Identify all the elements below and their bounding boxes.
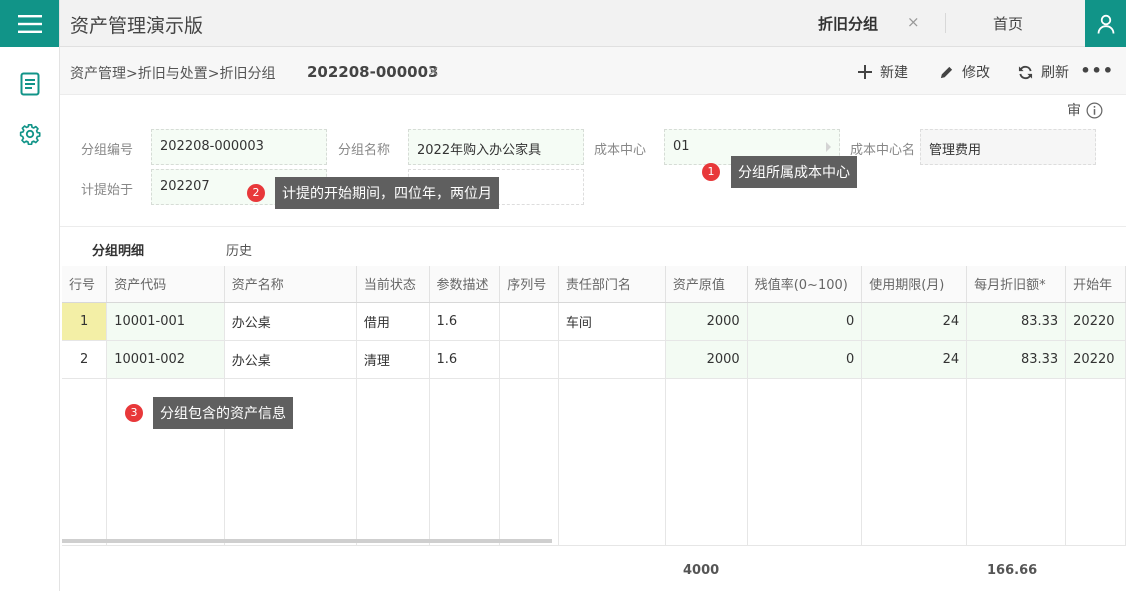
table-row[interactable]: 2 10001-002 办公桌 清理 1.6 2000 0 24 83.33 2…: [62, 340, 1126, 379]
cost-center-value: 01: [673, 139, 690, 154]
edit-button[interactable]: 修改: [939, 62, 990, 82]
start-year-cell[interactable]: 20220: [1065, 340, 1126, 379]
tab-group-details[interactable]: 分组明细: [92, 240, 144, 259]
tooltip-badge-2: 2: [247, 184, 265, 202]
tooltip-cost-center: 分组所属成本中心: [731, 156, 857, 188]
menu-button[interactable]: [0, 0, 59, 47]
param-cell[interactable]: 1.6: [429, 340, 501, 379]
cost-center-name-label: 成本中心名: [850, 143, 916, 158]
user-button[interactable]: [1085, 0, 1126, 47]
table-header-row: 行号 资产代码 资产名称 当前状态 参数描述 序列号 责任部门名 资产原值 残值…: [62, 266, 1126, 303]
left-rail: [0, 0, 60, 591]
settings-nav-button[interactable]: [0, 109, 60, 159]
horizontal-scrollbar[interactable]: [62, 539, 552, 543]
audit-label: 审: [1067, 103, 1081, 119]
residual-rate-cell[interactable]: 0: [747, 340, 863, 379]
col-header[interactable]: 当前状态: [356, 266, 430, 303]
refresh-icon: [1018, 65, 1033, 79]
cost-center-label: 成本中心: [594, 143, 647, 158]
asset-code-cell[interactable]: 10001-001: [106, 302, 225, 341]
pencil-icon: [940, 66, 953, 78]
col-header[interactable]: 资产代码: [106, 266, 225, 303]
col-header[interactable]: 行号: [62, 266, 108, 303]
department-cell[interactable]: [558, 340, 666, 379]
group-name-field[interactable]: 2022年购入办公家具: [408, 129, 584, 165]
breadcrumb[interactable]: 资产管理>折旧与处置>折旧分组: [70, 63, 275, 83]
col-header[interactable]: 开始年: [1065, 266, 1126, 303]
menu-icon: [17, 14, 42, 33]
tooltip-asset-info: 分组包含的资产信息: [153, 397, 293, 429]
total-original-value: 4000: [683, 563, 720, 578]
gear-icon: [19, 124, 41, 145]
info-icon: [1086, 102, 1103, 118]
asset-code-cell[interactable]: 10001-002: [106, 340, 225, 379]
tab-divider: [945, 13, 946, 33]
col-header[interactable]: 资产名称: [224, 266, 357, 303]
tooltip-start-period: 计提的开始期间，四位年，两位月: [275, 177, 499, 209]
app-title: 资产管理演示版: [70, 15, 204, 37]
cost-center-name-field: 管理费用: [920, 129, 1096, 165]
breadcrumb-toolbar: 资产管理>折旧与处置>折旧分组 202208-000003 × 新建 修改 刷新…: [60, 47, 1126, 95]
total-monthly-depreciation: 166.66: [987, 563, 1038, 578]
user-icon: [1097, 14, 1114, 34]
col-header[interactable]: 参数描述: [429, 266, 501, 303]
document-close-button[interactable]: ×: [427, 62, 440, 80]
new-button-label: 新建: [880, 65, 908, 81]
department-cell[interactable]: 车间: [558, 302, 666, 341]
refresh-button-label: 刷新: [1041, 65, 1069, 81]
useful-life-cell[interactable]: 24: [861, 302, 968, 341]
group-no-label: 分组编号: [81, 143, 134, 158]
plus-icon: [858, 65, 872, 79]
tab-home[interactable]: 首页: [993, 13, 1023, 34]
row-number-cell[interactable]: 1: [62, 302, 108, 341]
documents-nav-button[interactable]: [0, 59, 60, 109]
col-header[interactable]: 序列号: [499, 266, 559, 303]
col-header[interactable]: 责任部门名: [558, 266, 666, 303]
start-period-label: 计提始于: [81, 183, 134, 198]
col-header[interactable]: 资产原值: [665, 266, 748, 303]
residual-rate-cell[interactable]: 0: [747, 302, 863, 341]
status-cell[interactable]: 借用: [356, 302, 430, 341]
serial-cell[interactable]: [499, 302, 559, 341]
tooltip-badge-1: 1: [702, 163, 720, 181]
refresh-button[interactable]: 刷新: [1018, 62, 1069, 82]
more-menu-button[interactable]: •••: [1080, 61, 1114, 80]
document-icon: [20, 72, 40, 96]
monthly-depreciation-cell[interactable]: 83.33: [966, 302, 1067, 341]
cost-center-picker-icon[interactable]: [826, 142, 831, 152]
monthly-depreciation-cell[interactable]: 83.33: [966, 340, 1067, 379]
edit-button-label: 修改: [962, 65, 990, 81]
document-number-tab[interactable]: 202208-000003: [307, 63, 438, 81]
group-name-label: 分组名称: [338, 143, 391, 158]
tab-close-button[interactable]: ×: [907, 13, 920, 31]
top-header: 资产管理演示版 折旧分组 × 首页: [60, 0, 1126, 47]
original-value-cell[interactable]: 2000: [665, 340, 748, 379]
tab-depreciation-group[interactable]: 折旧分组: [818, 13, 878, 34]
asset-name-cell[interactable]: 办公桌: [224, 302, 357, 341]
col-header[interactable]: 每月折旧额*: [966, 266, 1067, 303]
serial-cell[interactable]: [499, 340, 559, 379]
tooltip-badge-3: 3: [125, 404, 143, 422]
tab-history[interactable]: 历史: [226, 240, 252, 259]
original-value-cell[interactable]: 2000: [665, 302, 748, 341]
group-no-field[interactable]: 202208-000003: [151, 129, 327, 165]
detail-tabs: 分组明细 历史: [60, 226, 1126, 266]
new-button[interactable]: 新建: [858, 62, 908, 82]
asset-name-cell[interactable]: 办公桌: [224, 340, 357, 379]
col-header[interactable]: 残值率(0~100): [747, 266, 863, 303]
useful-life-cell[interactable]: 24: [861, 340, 968, 379]
table-row[interactable]: 1 10001-001 办公桌 借用 1.6 车间 2000 0 24 83.3…: [62, 302, 1126, 341]
start-year-cell[interactable]: 20220: [1065, 302, 1126, 341]
param-cell[interactable]: 1.6: [429, 302, 501, 341]
col-header[interactable]: 使用期限(月): [861, 266, 968, 303]
row-number-cell[interactable]: 2: [62, 340, 108, 379]
status-cell[interactable]: 清理: [356, 340, 430, 379]
audit-status[interactable]: 审: [1067, 100, 1103, 120]
